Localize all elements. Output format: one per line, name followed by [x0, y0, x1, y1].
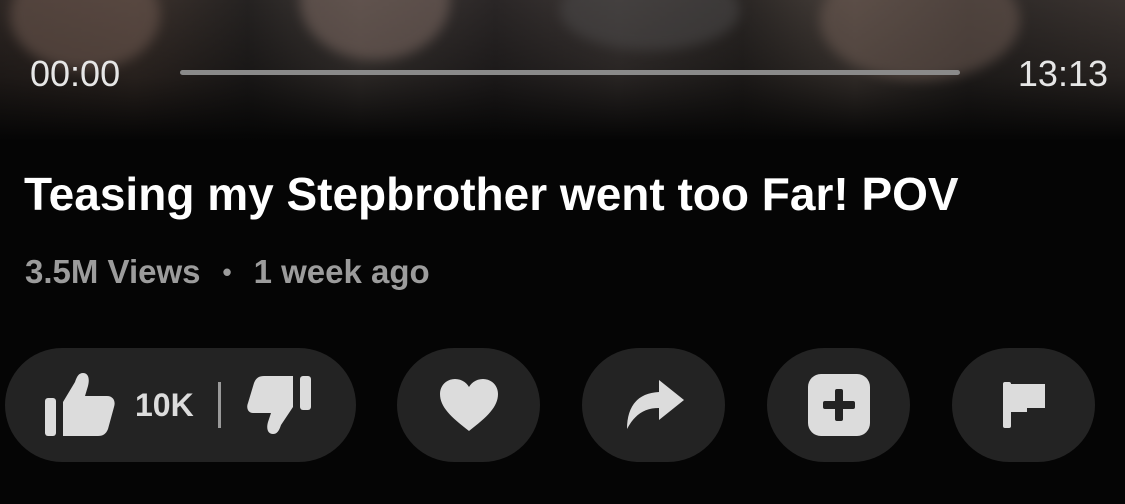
total-duration: 13:13: [1017, 53, 1108, 94]
upload-date: 1 week ago: [253, 253, 430, 290]
progress-scrubber[interactable]: [180, 70, 960, 75]
share-arrow-icon: [623, 379, 685, 431]
video-frame-shape: [300, 0, 450, 60]
video-frame-shape: [560, 0, 740, 50]
video-page: 00:00 13:13 Teasing my Stepbrother went …: [0, 0, 1125, 504]
like-count: 10K: [135, 386, 194, 423]
video-frame-shape: [820, 0, 1020, 80]
video-meta: 3.5M Views • 1 week ago: [25, 250, 430, 294]
favorite-button[interactable]: [397, 348, 540, 462]
thumbs-up-icon[interactable]: [43, 372, 117, 438]
video-player[interactable]: 00:00 13:13: [0, 0, 1125, 140]
rating-pill: 10K: [5, 348, 356, 462]
add-to-playlist-button[interactable]: [767, 348, 910, 462]
flag-icon: [1001, 380, 1047, 430]
view-count: 3.5M Views: [25, 253, 201, 290]
current-time: 00:00: [30, 53, 121, 94]
video-title: Teasing my Stepbrother went too Far! POV: [24, 168, 959, 220]
meta-separator: •: [222, 257, 232, 287]
plus-square-icon: [807, 373, 871, 437]
share-button[interactable]: [582, 348, 725, 462]
rating-divider: [217, 382, 221, 428]
heart-icon: [439, 378, 499, 432]
thumbs-down-icon[interactable]: [246, 375, 313, 435]
report-button[interactable]: [952, 348, 1095, 462]
